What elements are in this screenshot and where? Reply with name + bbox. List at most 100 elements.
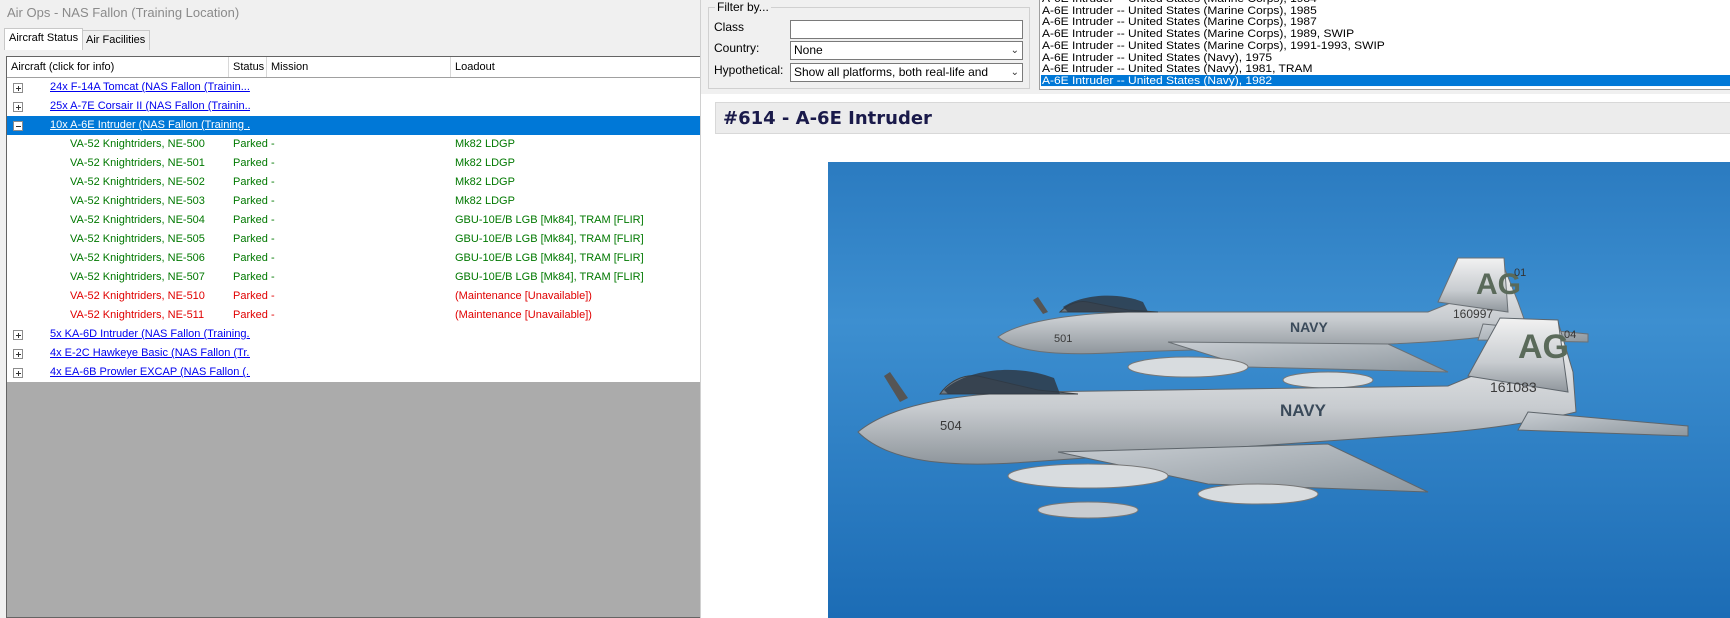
expand-icon[interactable] <box>13 368 23 378</box>
expand-icon[interactable] <box>13 349 23 359</box>
aircraft-status: Parked <box>233 138 268 150</box>
aircraft-loadout: Mk82 LDGP <box>455 176 515 188</box>
aircraft-mission: - <box>271 214 275 226</box>
aircraft-mission: - <box>271 233 275 245</box>
aircraft-row[interactable]: VA-52 Knightriders, NE-504 Parked - GBU-10E… <box>7 211 700 230</box>
group-row[interactable]: 4x EA-6B Prowler EXCAP (NAS Fallon (... <box>7 363 700 382</box>
platform-info-window: Filter by... Class Country: None ⌄ Hypoth… <box>700 0 1730 618</box>
aircraft-name[interactable]: VA-52 Knightriders, NE-507 <box>70 268 250 287</box>
column-header-aircraft[interactable]: Aircraft (click for info) <box>7 57 229 77</box>
aircraft-loadout: Mk82 LDGP <box>455 195 515 207</box>
aircraft-status: Parked <box>233 214 268 226</box>
aircraft-name[interactable]: VA-52 Knightriders, NE-505 <box>70 230 250 249</box>
platform-variant-list[interactable]: A-6E Intruder -- United States (Marine C… <box>1039 0 1730 90</box>
aircraft-row[interactable]: VA-52 Knightriders, NE-510 Parked - (Mainte… <box>7 287 700 306</box>
group-link[interactable]: 4x EA-6B Prowler EXCAP (NAS Fallon (... <box>50 363 250 382</box>
hypothetical-label: Hypothetical: <box>714 63 784 77</box>
front-fuselage-text: NAVY <box>1280 401 1327 420</box>
rear-nose-number: 501 <box>1054 333 1072 345</box>
aircraft-status: Parked <box>233 309 268 321</box>
expand-icon[interactable] <box>13 83 23 93</box>
tab-aircraft-status[interactable]: Aircraft Status <box>4 28 84 50</box>
group-row[interactable]: 25x A-7E Corsair II (NAS Fallon (Trainin… <box>7 97 700 116</box>
aircraft-name[interactable]: VA-52 Knightriders, NE-511 <box>70 306 250 325</box>
hypothetical-select[interactable]: Show all platforms, both real-life and ⌄ <box>790 63 1023 82</box>
aircraft-mission: - <box>271 290 275 302</box>
aircraft-status: Parked <box>233 271 268 283</box>
grid-rows: 24x F-14A Tomcat (NAS Fallon (Trainin...… <box>7 78 700 382</box>
column-header-loadout[interactable]: Loadout <box>451 57 700 77</box>
group-row[interactable]: 24x F-14A Tomcat (NAS Fallon (Trainin... <box>7 78 700 97</box>
aircraft-mission: - <box>271 252 275 264</box>
variant-list-item[interactable]: A-6E Intruder -- United States (Marine C… <box>1042 16 1317 27</box>
platform-detail-pane: #614 - A-6E Intruder AG 01 160997 NAVY 5… <box>701 94 1730 618</box>
aircraft-grid: Aircraft (click for info) Status Mission… <box>6 56 700 618</box>
variant-list-item[interactable]: A-6E Intruder -- United States (Marine C… <box>1042 5 1317 16</box>
country-value: None <box>794 43 823 57</box>
expand-icon[interactable] <box>13 102 23 112</box>
aircraft-loadout: GBU-10E/B LGB [Mk84], TRAM [FLIR] <box>455 252 644 264</box>
variant-list-item[interactable]: A-6E Intruder -- United States (Marine C… <box>1042 40 1385 51</box>
group-link[interactable]: 4x E-2C Hawkeye Basic (NAS Fallon (Tr... <box>50 344 250 363</box>
aircraft-row[interactable]: VA-52 Knightriders, NE-505 Parked - GBU-10E… <box>7 230 700 249</box>
rear-fuselage-text: NAVY <box>1290 319 1329 335</box>
aircraft-row[interactable]: VA-52 Knightriders, NE-511 Parked - (Mainte… <box>7 306 700 325</box>
aircraft-name[interactable]: VA-52 Knightriders, NE-502 <box>70 173 250 192</box>
chevron-down-icon: ⌄ <box>1010 45 1019 56</box>
front-tail-modex: 04 <box>1564 329 1576 341</box>
variant-list-item[interactable]: A-6E Intruder -- United States (Navy), 1… <box>1041 74 1730 86</box>
aircraft-mission: - <box>271 309 275 321</box>
column-header-mission[interactable]: Mission <box>267 57 451 77</box>
variant-list-item[interactable]: A-6E Intruder -- United States (Navy), 1… <box>1042 52 1272 63</box>
aircraft-mission: - <box>271 195 275 207</box>
filter-groupbox: Filter by... Class Country: None ⌄ Hypoth… <box>708 0 1030 89</box>
aircraft-loadout: GBU-10E/B LGB [Mk84], TRAM [FLIR] <box>455 271 644 283</box>
aircraft-row[interactable]: VA-52 Knightriders, NE-502 Parked - Mk82 LD… <box>7 173 700 192</box>
detail-heading: #614 - A-6E Intruder <box>715 102 1730 134</box>
aircraft-row[interactable]: VA-52 Knightriders, NE-500 Parked - Mk82 LD… <box>7 135 700 154</box>
aircraft-name[interactable]: VA-52 Knightriders, NE-503 <box>70 192 250 211</box>
aircraft-status: Parked <box>233 290 268 302</box>
class-input[interactable] <box>790 20 1023 39</box>
group-row[interactable]: 4x E-2C Hawkeye Basic (NAS Fallon (Tr... <box>7 344 700 363</box>
class-label: Class <box>714 20 745 34</box>
detail-title: #614 - A-6E Intruder <box>723 108 932 129</box>
aircraft-name[interactable]: VA-52 Knightriders, NE-504 <box>70 211 250 230</box>
aircraft-loadout: Mk82 LDGP <box>455 157 515 169</box>
aircraft-loadout: GBU-10E/B LGB [Mk84], TRAM [FLIR] <box>455 214 644 226</box>
aircraft-row[interactable]: VA-52 Knightriders, NE-503 Parked - Mk82 LD… <box>7 192 700 211</box>
aircraft-name[interactable]: VA-52 Knightriders, NE-506 <box>70 249 250 268</box>
aircraft-name[interactable]: VA-52 Knightriders, NE-510 <box>70 287 250 306</box>
group-link[interactable]: 5x KA-6D Intruder (NAS Fallon (Training.… <box>50 325 250 344</box>
aircraft-row[interactable]: VA-52 Knightriders, NE-507 Parked - GBU-10E… <box>7 268 700 287</box>
rear-bureau-number: 160997 <box>1453 307 1493 321</box>
group-link[interactable]: 25x A-7E Corsair II (NAS Fallon (Trainin… <box>50 97 250 116</box>
group-row[interactable]: 5x KA-6D Intruder (NAS Fallon (Training.… <box>7 325 700 344</box>
aircraft-name[interactable]: VA-52 Knightriders, NE-501 <box>70 154 250 173</box>
window-title: Air Ops - NAS Fallon (Training Location) <box>7 5 240 20</box>
variant-list-item[interactable]: A-6E Intruder -- United States (Navy), 1… <box>1042 63 1313 74</box>
aircraft-name[interactable]: VA-52 Knightriders, NE-500 <box>70 135 250 154</box>
group-link[interactable]: 24x F-14A Tomcat (NAS Fallon (Trainin... <box>50 78 250 97</box>
aircraft-row[interactable]: VA-52 Knightriders, NE-506 Parked - GBU-10E… <box>7 249 700 268</box>
expand-icon[interactable] <box>13 330 23 340</box>
front-nose-number: 504 <box>940 418 962 433</box>
hypothetical-value: Show all platforms, both real-life and <box>794 65 989 79</box>
group-row[interactable]: 10x A-6E Intruder (NAS Fallon (Training … <box>7 116 700 135</box>
column-header-status[interactable]: Status <box>229 57 267 77</box>
aircraft-mission: - <box>271 138 275 150</box>
filter-legend: Filter by... <box>715 0 771 14</box>
aircraft-row[interactable]: VA-52 Knightriders, NE-501 Parked - Mk82 LD… <box>7 154 700 173</box>
aircraft-mission: - <box>271 271 275 283</box>
collapse-icon[interactable] <box>13 121 23 131</box>
aircraft-mission: - <box>271 176 275 188</box>
chevron-down-icon: ⌄ <box>1008 64 1019 81</box>
grid-header: Aircraft (click for info) Status Mission… <box>7 57 700 78</box>
country-select[interactable]: None ⌄ <box>790 41 1023 60</box>
front-tail-code: AG <box>1518 328 1569 366</box>
front-bureau-number: 161083 <box>1490 379 1537 395</box>
variant-list-item[interactable]: A-6E Intruder -- United States (Marine C… <box>1042 28 1354 39</box>
group-link[interactable]: 10x A-6E Intruder (NAS Fallon (Training … <box>50 116 250 135</box>
aircraft-photo: AG 01 160997 NAVY 501 AG 04 161083 NAVY … <box>828 162 1730 618</box>
tab-air-facilities[interactable]: Air Facilities <box>81 30 151 50</box>
